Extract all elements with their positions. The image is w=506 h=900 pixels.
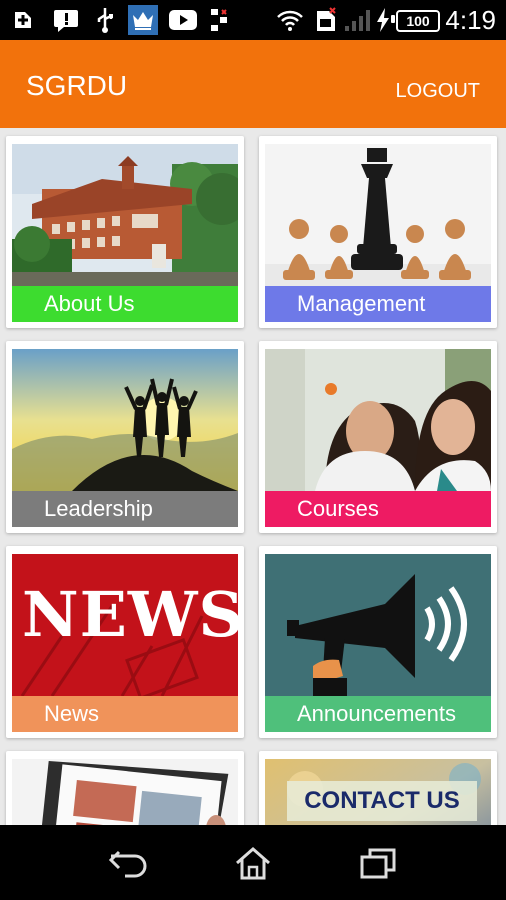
tile-gallery[interactable] [6, 751, 244, 825]
wifi-icon [276, 8, 304, 32]
tile-announcements[interactable]: Announcements [259, 546, 497, 738]
message-icon [52, 8, 80, 32]
tile-courses[interactable]: Courses [259, 341, 497, 533]
tile-management[interactable]: Management [259, 136, 497, 328]
tile-leadership[interactable]: Leadership [6, 341, 244, 533]
tile-label: News [12, 696, 238, 732]
battery-tip [391, 15, 395, 23]
contact-us-banner-text: CONTACT US [304, 787, 460, 814]
charging-icon [376, 8, 390, 32]
clock: 4:19 [445, 5, 496, 35]
tile-label: Management [265, 286, 491, 322]
home-icon[interactable] [229, 843, 277, 883]
tile-label: Leadership [12, 491, 238, 527]
megaphone-illustration [265, 554, 491, 696]
contact-us-photo: CONTACT US [265, 759, 491, 825]
signal-icon [342, 8, 372, 32]
app-title: SGRDU [26, 70, 128, 101]
app-bar: SGRDU LOGOUT [0, 40, 506, 128]
tile-news[interactable]: NEWS News [6, 546, 244, 738]
sim-icon [314, 7, 338, 32]
recent-apps-icon[interactable] [354, 843, 402, 883]
back-icon[interactable] [104, 843, 152, 883]
news-banner-photo: NEWS [12, 554, 238, 696]
news-banner-text: NEWS [22, 578, 238, 651]
crown-app-icon [128, 5, 158, 35]
add-icon [10, 8, 36, 32]
logout-button[interactable]: LOGOUT [396, 80, 480, 103]
navigation-bar [0, 825, 506, 900]
menu-grid: About Us Management Leadership Courses N… [0, 128, 506, 825]
tile-label: Courses [265, 491, 491, 527]
chess-king-photo [265, 144, 491, 286]
battery-indicator: 100 [396, 10, 440, 32]
gallery-photo [12, 759, 238, 825]
status-bar: 100 4:19 [0, 0, 506, 40]
youtube-icon [168, 8, 198, 32]
tile-about-us[interactable]: About Us [6, 136, 244, 328]
students-photo [265, 349, 491, 491]
tile-contact-us[interactable]: CONTACT US [259, 751, 497, 825]
mountain-silhouettes-photo [12, 349, 238, 491]
tile-label: Announcements [265, 696, 491, 732]
tile-label: About Us [12, 286, 238, 322]
data-icon [208, 8, 230, 32]
usb-icon [94, 8, 116, 33]
university-building-photo [12, 144, 238, 286]
